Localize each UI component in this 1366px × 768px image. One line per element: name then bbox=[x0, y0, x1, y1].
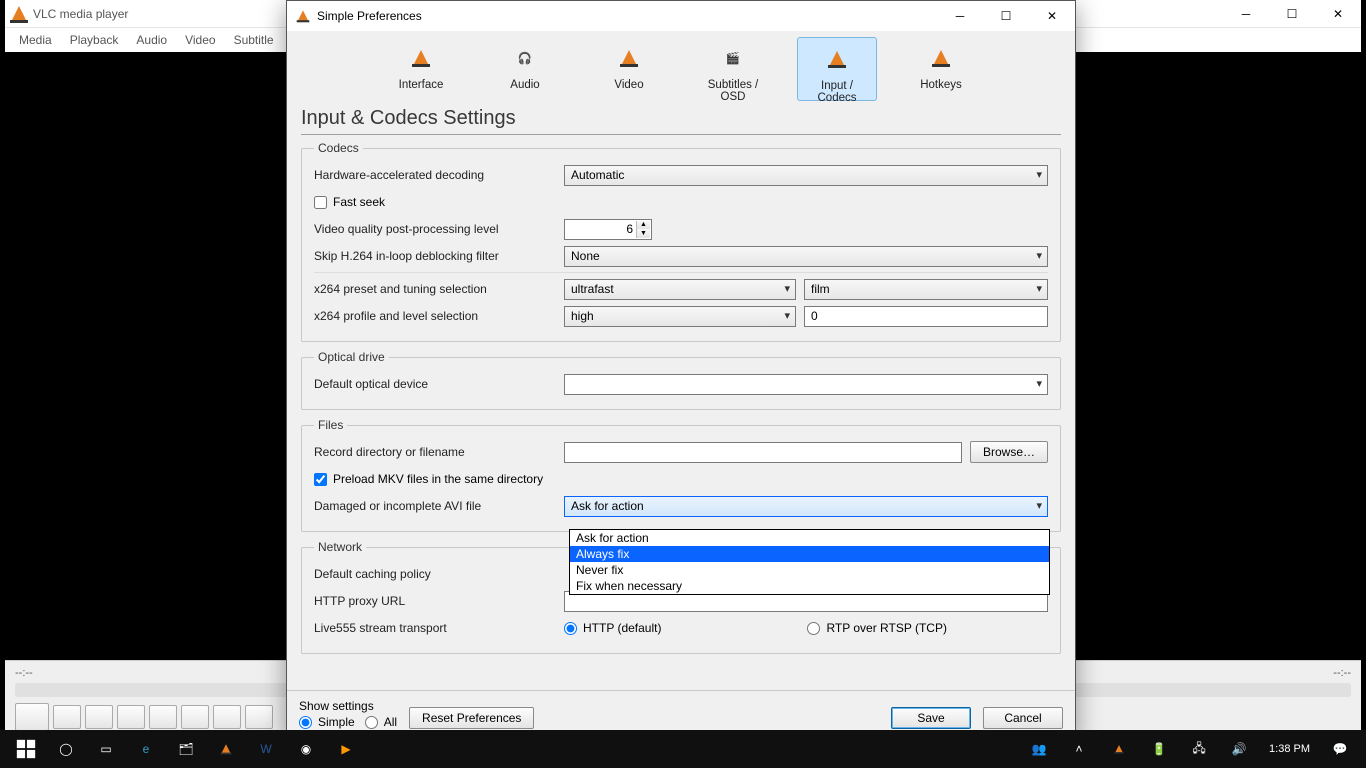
battery-icon[interactable]: 🔋 bbox=[1139, 730, 1179, 768]
prev-button[interactable] bbox=[53, 705, 81, 729]
browse-button[interactable]: Browse… bbox=[970, 441, 1048, 463]
x264-tuning-combo[interactable]: film bbox=[804, 279, 1048, 300]
tab-input-codecs[interactable]: Input / Codecs bbox=[797, 37, 877, 101]
action-center-icon[interactable]: 💬 bbox=[1320, 730, 1360, 768]
tab-hotkeys[interactable]: Hotkeys bbox=[901, 37, 981, 101]
vlc-min-button[interactable]: ─ bbox=[1223, 0, 1269, 28]
menu-subtitle[interactable]: Subtitle bbox=[234, 33, 274, 47]
show-settings-label: Show settings bbox=[299, 699, 397, 713]
taskview-button[interactable]: ▭ bbox=[86, 730, 126, 768]
menu-audio[interactable]: Audio bbox=[136, 33, 167, 47]
volume-icon[interactable]: 🔊 bbox=[1219, 730, 1259, 768]
vlc-cone-icon bbox=[297, 10, 308, 21]
preload-mkv-checkbox[interactable]: Preload MKV files in the same directory bbox=[314, 472, 543, 486]
chrome-icon[interactable]: ◉ bbox=[286, 730, 326, 768]
time-right: --:-- bbox=[1333, 667, 1351, 679]
menu-media[interactable]: Media bbox=[19, 33, 52, 47]
files-legend: Files bbox=[314, 418, 347, 432]
record-input[interactable] bbox=[564, 442, 962, 463]
loop-button[interactable] bbox=[213, 705, 241, 729]
shuffle-button[interactable] bbox=[245, 705, 273, 729]
avi-option-ask[interactable]: Ask for action bbox=[570, 530, 1049, 546]
optical-legend: Optical drive bbox=[314, 350, 389, 364]
save-button[interactable]: Save bbox=[891, 707, 971, 729]
playlist-button[interactable] bbox=[181, 705, 209, 729]
next-button[interactable] bbox=[117, 705, 145, 729]
tray-app-icon[interactable] bbox=[1099, 730, 1139, 768]
preferences-dialog: Simple Preferences ─ ☐ ✕ Interface 🎧Audi… bbox=[286, 0, 1076, 740]
show-all-radio[interactable]: All bbox=[365, 715, 397, 729]
taskbar-clock[interactable]: 1:38 PM bbox=[1259, 743, 1320, 756]
avi-combo[interactable]: Ask for action bbox=[564, 496, 1048, 517]
prefs-max-button[interactable]: ☐ bbox=[983, 2, 1029, 30]
vlc-cone-icon bbox=[11, 6, 27, 22]
network-legend: Network bbox=[314, 540, 366, 554]
codecs-legend: Codecs bbox=[314, 141, 363, 155]
avi-label: Damaged or incomplete AVI file bbox=[314, 499, 556, 513]
prefs-min-button[interactable]: ─ bbox=[937, 2, 983, 30]
skip-h264-label: Skip H.264 in-loop deblocking filter bbox=[314, 249, 556, 263]
transport-rtp-radio[interactable]: RTP over RTSP (TCP) bbox=[807, 621, 946, 635]
vlc-taskbar-icon[interactable] bbox=[206, 730, 246, 768]
show-simple-radio[interactable]: Simple bbox=[299, 715, 355, 729]
prefs-titlebar: Simple Preferences ─ ☐ ✕ bbox=[287, 1, 1075, 31]
files-group: Files Record directory or filename Brows… bbox=[301, 418, 1061, 532]
network-icon[interactable]: 🖧 bbox=[1179, 730, 1219, 768]
postproc-spinbox[interactable]: 6 ▲▼ bbox=[564, 219, 652, 240]
x264-preset-combo[interactable]: ultrafast bbox=[564, 279, 796, 300]
menu-video[interactable]: Video bbox=[185, 33, 215, 47]
proxy-label: HTTP proxy URL bbox=[314, 594, 556, 608]
optical-group: Optical drive Default optical device bbox=[301, 350, 1061, 410]
explorer-icon[interactable]: 🗂 bbox=[166, 730, 206, 768]
transport-http-radio[interactable]: HTTP (default) bbox=[564, 621, 661, 635]
x264-profile-label: x264 profile and level selection bbox=[314, 309, 556, 323]
stop-button[interactable] bbox=[85, 705, 113, 729]
prefs-tabs: Interface 🎧Audio Video 🎬Subtitles / OSD … bbox=[287, 31, 1075, 101]
edge-icon[interactable]: e bbox=[126, 730, 166, 768]
prefs-title: Simple Preferences bbox=[317, 9, 422, 23]
avi-option-always[interactable]: Always fix bbox=[570, 546, 1049, 562]
avi-option-when-necessary[interactable]: Fix when necessary bbox=[570, 578, 1049, 594]
vlc-title: VLC media player bbox=[33, 7, 128, 21]
x264-level-input[interactable]: 0 bbox=[804, 306, 1048, 327]
fast-seek-checkbox[interactable]: Fast seek bbox=[314, 195, 385, 209]
postproc-label: Video quality post-processing level bbox=[314, 222, 556, 236]
record-label: Record directory or filename bbox=[314, 445, 556, 459]
optical-device-label: Default optical device bbox=[314, 377, 556, 391]
section-title: Input & Codecs Settings bbox=[301, 107, 1061, 130]
x264-preset-label: x264 preset and tuning selection bbox=[314, 282, 556, 296]
tab-subtitles[interactable]: 🎬Subtitles / OSD bbox=[693, 37, 773, 101]
prefs-close-button[interactable]: ✕ bbox=[1029, 2, 1075, 30]
tab-interface[interactable]: Interface bbox=[381, 37, 461, 101]
menu-playback[interactable]: Playback bbox=[70, 33, 119, 47]
play-button[interactable] bbox=[15, 703, 49, 731]
fullscreen-button[interactable] bbox=[149, 705, 177, 729]
hw-decode-combo[interactable]: Automatic bbox=[564, 165, 1048, 186]
x264-profile-combo[interactable]: high bbox=[564, 306, 796, 327]
cancel-button[interactable]: Cancel bbox=[983, 707, 1063, 729]
hw-decode-label: Hardware-accelerated decoding bbox=[314, 168, 556, 182]
taskbar: ◯ ▭ e 🗂 W ◉ ▶ 👥 ˄ 🔋 🖧 🔊 1:38 PM 💬 bbox=[0, 730, 1366, 768]
tray-chevron-icon[interactable]: ˄ bbox=[1059, 730, 1099, 768]
optical-device-combo[interactable] bbox=[564, 374, 1048, 395]
people-icon[interactable]: 👥 bbox=[1019, 730, 1059, 768]
time-left: --:-- bbox=[15, 667, 33, 679]
start-button[interactable] bbox=[6, 730, 46, 768]
vlc-close-button[interactable]: ✕ bbox=[1315, 0, 1361, 28]
word-icon[interactable]: W bbox=[246, 730, 286, 768]
cache-label: Default caching policy bbox=[314, 567, 556, 581]
media-icon[interactable]: ▶ bbox=[326, 730, 366, 768]
avi-option-never[interactable]: Never fix bbox=[570, 562, 1049, 578]
vlc-max-button[interactable]: ☐ bbox=[1269, 0, 1315, 28]
avi-dropdown-list[interactable]: Ask for action Always fix Never fix Fix … bbox=[569, 529, 1050, 595]
skip-h264-combo[interactable]: None bbox=[564, 246, 1048, 267]
cortana-button[interactable]: ◯ bbox=[46, 730, 86, 768]
reset-button[interactable]: Reset Preferences bbox=[409, 707, 534, 729]
codecs-group: Codecs Hardware-accelerated decoding Aut… bbox=[301, 141, 1061, 342]
tab-audio[interactable]: 🎧Audio bbox=[485, 37, 565, 101]
live555-label: Live555 stream transport bbox=[314, 621, 556, 635]
tab-video[interactable]: Video bbox=[589, 37, 669, 101]
